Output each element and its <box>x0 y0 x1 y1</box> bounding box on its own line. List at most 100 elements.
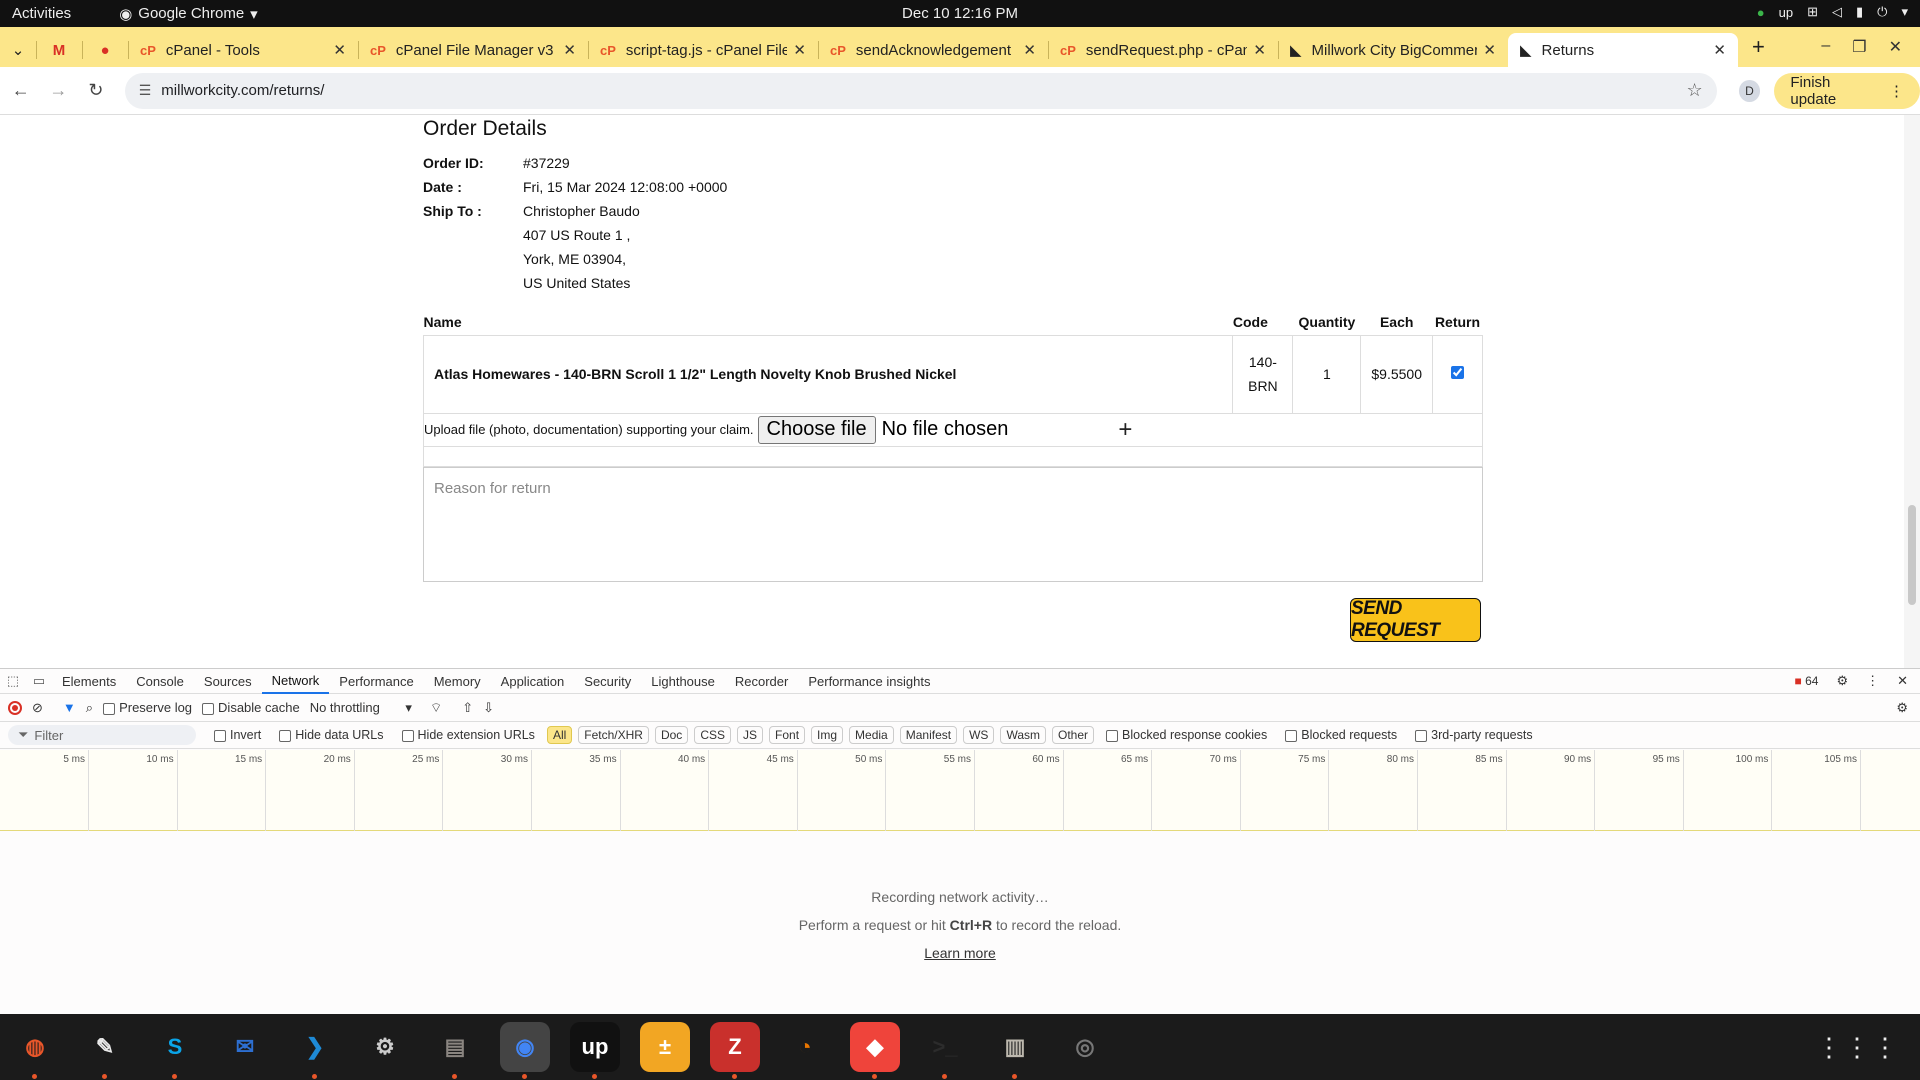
close-icon[interactable]: ✕ <box>1023 41 1036 59</box>
terminal-icon[interactable]: >_ <box>920 1022 970 1079</box>
chrome-icon[interactable]: ◉ <box>500 1022 550 1079</box>
tab-security[interactable]: Security <box>574 669 641 694</box>
tab-pinned-app[interactable]: ● <box>82 33 128 67</box>
search-icon[interactable]: ⌕ <box>86 700 93 716</box>
tab-returns[interactable]: ◣ Returns ✕ <box>1508 33 1738 67</box>
close-icon[interactable]: ✕ <box>333 41 346 59</box>
scrollbar-thumb[interactable] <box>1908 505 1916 605</box>
thunderbird-icon[interactable]: ✉ <box>220 1022 270 1072</box>
calculator-icon[interactable]: ± <box>640 1022 690 1072</box>
clock[interactable]: Dec 10 12:16 PM <box>0 5 1920 22</box>
tab-list-button[interactable]: ⌄ <box>0 33 36 67</box>
settings-icon[interactable]: ⚙ <box>360 1022 410 1072</box>
close-icon[interactable]: ✕ <box>1897 673 1908 689</box>
inspect-icon[interactable]: ⬚ <box>0 673 26 689</box>
close-icon[interactable]: ✕ <box>1713 41 1726 59</box>
filter-input[interactable]: ⏷ Filter <box>8 725 196 745</box>
tab-sources[interactable]: Sources <box>194 669 262 694</box>
anydesk-icon[interactable]: ◆ <box>850 1022 900 1079</box>
omnibox[interactable]: ☰ millworkcity.com/returns/ ☆ <box>124 72 1717 109</box>
reason-textarea[interactable]: Reason for return <box>423 467 1483 582</box>
network-conditions-icon[interactable]: ⌔ <box>430 700 442 716</box>
close-window-icon[interactable]: ✕ <box>1889 37 1902 57</box>
text-editor-icon[interactable]: ✎ <box>80 1022 130 1079</box>
tab-elements[interactable]: Elements <box>52 669 126 694</box>
hide-extension-urls-checkbox[interactable]: Hide extension URLs <box>401 728 535 742</box>
minimize-icon[interactable]: – <box>1821 37 1830 57</box>
invert-checkbox[interactable]: Invert <box>214 728 261 742</box>
blocked-cookies-checkbox[interactable]: Blocked response cookies <box>1106 728 1267 742</box>
issues-counter[interactable]: ■ 64 <box>1794 674 1818 688</box>
blender-icon[interactable]: ◔ <box>780 1022 830 1072</box>
clear-icon[interactable]: ⊘ <box>32 700 43 716</box>
chip-ws[interactable]: WS <box>963 726 995 744</box>
chip-fetch-xhr[interactable]: Fetch/XHR <box>578 726 649 744</box>
tab-application[interactable]: Application <box>491 669 575 694</box>
chip-media[interactable]: Media <box>849 726 894 744</box>
record-icon[interactable] <box>8 700 22 715</box>
tab-cpanel-file-manager[interactable]: cP cPanel File Manager v3 ✕ <box>358 33 588 67</box>
tab-send-request[interactable]: cP sendRequest.php - cPanel ✕ <box>1048 33 1278 67</box>
vscode-icon[interactable]: ❯ <box>290 1022 340 1079</box>
network-timeline[interactable]: 5 ms 10 ms 15 ms 20 ms 25 ms 30 ms 35 ms 40 ms 4… <box>0 750 1920 831</box>
tab-bigcommerce[interactable]: ◣ Millwork City BigCommerce ✕ <box>1278 33 1508 67</box>
disk-icon[interactable]: ◎ <box>1060 1022 1110 1072</box>
tab-memory[interactable]: Memory <box>424 669 491 694</box>
chip-manifest[interactable]: Manifest <box>899 726 958 744</box>
learn-more-link[interactable]: Learn more <box>0 939 1920 967</box>
chip-font[interactable]: Font <box>769 726 806 744</box>
throttling-select[interactable]: No throttling ▾ <box>310 700 412 716</box>
return-checkbox[interactable] <box>1451 366 1464 379</box>
filezilla-icon[interactable]: Z <box>710 1022 760 1079</box>
chip-js[interactable]: JS <box>737 726 764 744</box>
kebab-menu-icon[interactable]: ⋮ <box>1866 673 1879 689</box>
close-icon[interactable]: ✕ <box>563 41 576 59</box>
export-icon[interactable]: ⇩ <box>483 700 494 716</box>
back-icon[interactable]: ← <box>4 80 38 101</box>
device-toolbar-icon[interactable]: ▭ <box>26 673 52 689</box>
firefox-icon[interactable]: ◍ <box>10 1022 60 1079</box>
upwork-icon[interactable]: up <box>570 1022 620 1079</box>
import-icon[interactable]: ⇧ <box>462 700 473 716</box>
tab-cpanel-tools[interactable]: cP cPanel - Tools ✕ <box>128 33 358 67</box>
activities-button[interactable]: Activities <box>12 5 71 22</box>
tab-recorder[interactable]: Recorder <box>725 669 798 694</box>
chip-img[interactable]: Img <box>811 726 844 744</box>
skype-icon[interactable]: S <box>150 1022 200 1079</box>
new-tab-button[interactable]: + <box>1752 34 1765 60</box>
choose-file-button[interactable]: Choose file <box>757 415 876 444</box>
preserve-log-checkbox[interactable]: Preserve log <box>103 700 192 715</box>
show-apps-icon[interactable]: ⋮⋮⋮ <box>1816 1032 1900 1063</box>
close-icon[interactable]: ✕ <box>1483 41 1496 59</box>
finish-update-button[interactable]: Finish update ⋮ <box>1774 72 1920 109</box>
send-request-button[interactable]: SEND REQUEST <box>1350 598 1481 642</box>
tab-lighthouse[interactable]: Lighthouse <box>641 669 725 694</box>
hide-data-urls-checkbox[interactable]: Hide data URLs <box>279 728 384 742</box>
profile-avatar[interactable]: D <box>1738 79 1761 102</box>
third-party-checkbox[interactable]: 3rd-party requests <box>1415 728 1533 742</box>
forward-icon[interactable]: → <box>42 80 76 101</box>
archive-icon[interactable]: ▥ <box>990 1022 1040 1079</box>
tab-performance[interactable]: Performance <box>329 669 423 694</box>
add-file-icon[interactable]: + <box>1118 416 1132 444</box>
tab-send-acknowledgement[interactable]: cP sendAcknowledgement ✕ <box>818 33 1048 67</box>
close-icon[interactable]: ✕ <box>1253 41 1266 59</box>
blocked-requests-checkbox[interactable]: Blocked requests <box>1285 728 1397 742</box>
gear-icon[interactable]: ⚙ <box>1836 673 1848 689</box>
system-tray[interactable]: ● up ⊞ ◁ ▮ ⏻ ▾ <box>1757 4 1908 20</box>
maximize-icon[interactable]: ❐ <box>1852 37 1866 57</box>
chip-wasm[interactable]: Wasm <box>1000 726 1046 744</box>
tab-script-tag[interactable]: cP script-tag.js - cPanel File ✕ <box>588 33 818 67</box>
chip-css[interactable]: CSS <box>694 726 731 744</box>
network-settings-icon[interactable]: ⚙ <box>1896 700 1908 716</box>
close-icon[interactable]: ✕ <box>793 41 806 59</box>
filter-icon[interactable]: ▼ <box>63 700 76 715</box>
chip-other[interactable]: Other <box>1052 726 1095 744</box>
tab-performance-insights[interactable]: Performance insights <box>798 669 940 694</box>
disable-cache-checkbox[interactable]: Disable cache <box>202 700 300 715</box>
tab-network[interactable]: Network <box>261 669 330 694</box>
site-info-icon[interactable]: ☰ <box>139 82 152 99</box>
tab-console[interactable]: Console <box>126 669 194 694</box>
chip-doc[interactable]: Doc <box>654 726 689 744</box>
files-icon[interactable]: ▤ <box>430 1022 480 1079</box>
